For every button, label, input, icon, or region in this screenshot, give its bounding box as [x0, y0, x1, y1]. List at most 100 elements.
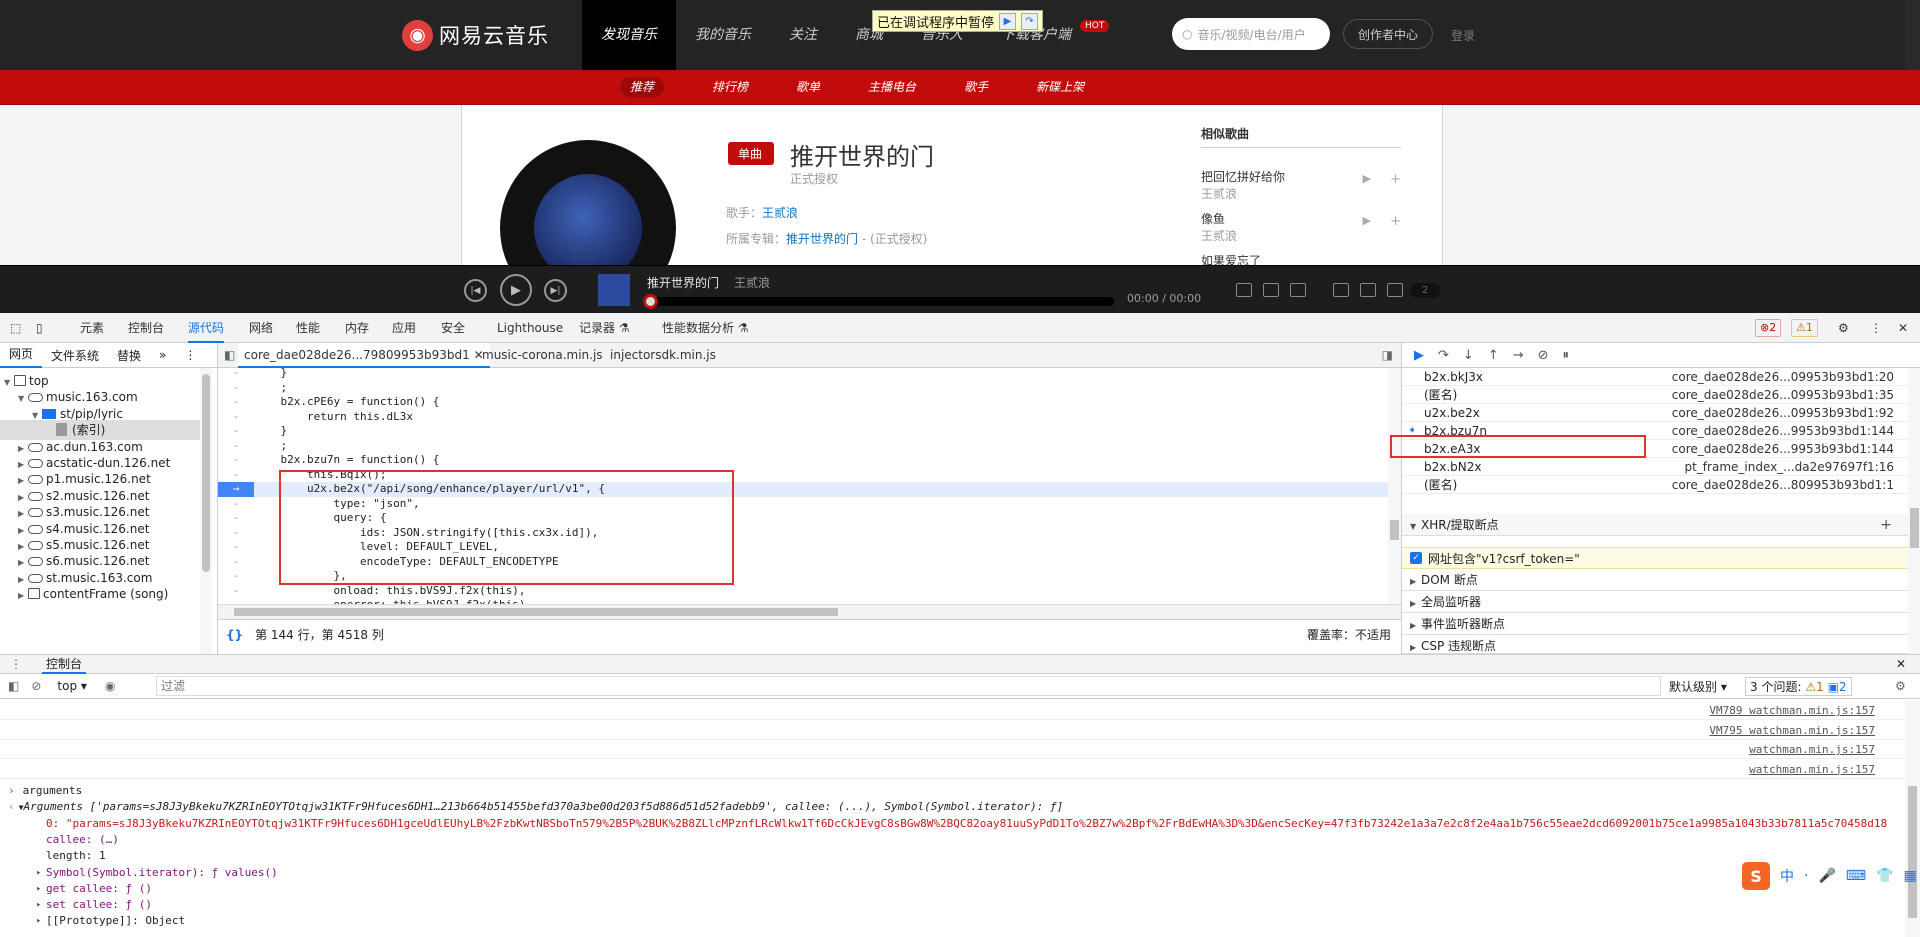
console-settings-icon[interactable]: ⚙ [1895, 679, 1906, 693]
progress-bar[interactable] [648, 297, 1114, 306]
page-scrollbar[interactable] [1905, 0, 1920, 70]
xhr-breakpoint-item[interactable]: ✓ 网址包含"v1?csrf_token=" [1402, 547, 1908, 569]
console-result-line[interactable]: ▸ get callee: ƒ () [0, 881, 1905, 897]
sogou-logo-icon[interactable]: S [1742, 862, 1770, 890]
close-drawer-icon[interactable]: ✕ [1896, 657, 1906, 671]
console-result-line[interactable]: ▸ set callee: ƒ () [0, 897, 1905, 913]
device-toggle-icon[interactable]: ▯ [36, 313, 43, 343]
settings-icon[interactable]: ⚙ [1838, 313, 1849, 343]
creator-center-button[interactable]: 创作者中心 [1343, 19, 1433, 49]
console-result-line[interactable]: ▸ [[Prototype]]: Object [0, 913, 1905, 929]
skin-icon[interactable]: 👕 [1876, 868, 1893, 884]
more-icon[interactable]: ⋮ [175, 348, 205, 362]
log-level-select[interactable]: 默认级别 ▾ [1669, 678, 1727, 695]
call-stack-frame[interactable]: b2x.bkJ3x core_dae028de26...09953b93bd1:2… [1402, 368, 1908, 386]
console-result-line[interactable]: ▸ Symbol(Symbol.iterator): ƒ values() [0, 865, 1905, 881]
console-result-head[interactable]: ‹ ▼Arguments ['params=sJ8J3yBkeku7KZRInEO… [0, 799, 1905, 815]
debugger-scrollbar[interactable] [1908, 368, 1920, 654]
pip-icon[interactable] [1236, 283, 1252, 297]
play-icon[interactable]: ▶ [500, 274, 532, 306]
subnav-toplist[interactable]: 排行榜 [699, 70, 761, 104]
event-listener-breakpoints-header[interactable]: ▶ 事件监听器断点 [1402, 613, 1908, 635]
console-message[interactable]: VM789 watchman.min.js:157 [0, 701, 1905, 720]
code-line[interactable]: - ; [218, 381, 1388, 396]
add-icon[interactable]: + [1390, 172, 1401, 187]
search-input[interactable]: ○ 音乐/视频/电台/用户 [1172, 18, 1330, 50]
pause-on-exceptions-icon[interactable]: ⏸ [1563, 348, 1570, 363]
console-message[interactable]: watchman.min.js:157 [0, 740, 1905, 759]
code-line[interactable]: - onload: this.bVS9J.f2x(this), [218, 584, 1388, 599]
similar-song-item[interactable]: 像鱼 王贰浪 ▶ + [1201, 210, 1401, 244]
player-song-title[interactable]: 推开世界的门 [647, 274, 719, 291]
context-select[interactable]: top ▾ [57, 679, 87, 693]
toggle-navigator-icon[interactable]: ◧ [224, 343, 235, 368]
inspect-icon[interactable]: ⬚ [10, 313, 21, 343]
toggle-debugger-icon[interactable]: ◨ [1382, 343, 1393, 368]
xhr-breakpoints-header[interactable]: ▼ XHR/提取断点 + [1402, 514, 1908, 536]
code-line[interactable]: - } [218, 424, 1388, 439]
nav-discover[interactable]: 发现音乐 [582, 0, 676, 70]
drawer-tab-console[interactable]: 控制台 [42, 655, 87, 674]
player-thumbnail[interactable] [598, 274, 630, 306]
volume-icon[interactable] [1333, 283, 1349, 297]
checkbox-checked-icon[interactable]: ✓ [1410, 552, 1422, 564]
call-stack-frame[interactable]: (匿名) core_dae028de26...09953b93bd1:35 [1402, 386, 1908, 404]
add-to-playlist-icon[interactable] [1263, 283, 1279, 297]
sidebar-toggle-icon[interactable]: ◧ [8, 679, 19, 693]
nav-my-music[interactable]: 我的音乐 [676, 0, 770, 70]
nav-tab-overrides[interactable]: 替换 [108, 347, 150, 364]
player-artist[interactable]: 王贰浪 [734, 274, 770, 291]
step-icon[interactable]: → [1513, 348, 1524, 363]
code-line[interactable]: - } [218, 368, 1388, 381]
live-expression-icon[interactable]: ◉ [105, 679, 115, 693]
nav-follow[interactable]: 关注 [770, 0, 836, 70]
navigator-scrollbar[interactable] [200, 368, 212, 654]
console-message[interactable]: watchman.min.js:157 [0, 760, 1905, 779]
code-line[interactable]: - b2x.bzu7n = function() { [218, 453, 1388, 468]
code-line[interactable]: - ; [218, 439, 1388, 454]
source-link[interactable]: watchman.min.js:157 [1749, 760, 1875, 778]
editor-tab[interactable]: music-corona.min.js [476, 343, 609, 368]
subnav-artist[interactable]: 歌手 [951, 70, 1001, 104]
call-stack-frame[interactable]: (匿名) core_dae028de26...809953b93bd1:1 [1402, 476, 1908, 494]
close-icon[interactable]: ✕ [1898, 313, 1908, 343]
subnav-recommend[interactable]: 推荐 [607, 70, 677, 104]
play-icon[interactable]: ▶ [1363, 172, 1371, 185]
ime-mode[interactable]: 中 [1780, 866, 1794, 886]
source-link[interactable]: watchman.min.js:157 [1749, 740, 1875, 758]
code-line[interactable]: - b2x.cPE6y = function() { [218, 395, 1388, 410]
tab-elements[interactable]: 元素 [80, 313, 104, 343]
editor-tab[interactable]: injectorsdk.min.js [604, 343, 722, 368]
tab-application[interactable]: 应用 [392, 313, 416, 343]
chevron-right-icon[interactable]: ▶ [18, 586, 28, 606]
logo[interactable]: ◉ 网易云音乐 [402, 18, 549, 52]
punctuation-icon[interactable]: · [1804, 868, 1808, 884]
login-link[interactable]: 登录 [1451, 27, 1475, 44]
issues-button[interactable]: 3 个问题: ⚠1 ▣2 [1745, 676, 1852, 696]
console-message[interactable]: VM795 watchman.min.js:157 [0, 721, 1905, 740]
dom-breakpoints-header[interactable]: ▶ DOM 断点 [1402, 569, 1908, 591]
more-tabs-icon[interactable]: » [150, 348, 175, 362]
subnav-radio[interactable]: 主播电台 [855, 70, 929, 104]
nav-tab-filesystem[interactable]: 文件系统 [42, 347, 108, 364]
tab-security[interactable]: 安全 [441, 313, 465, 343]
keyboard-icon[interactable]: ⌨ [1846, 868, 1866, 884]
similar-song-item[interactable]: 把回忆拼好给你 王贰浪 ▶ + [1201, 168, 1401, 202]
artist-link[interactable]: 王贰浪 [762, 206, 798, 220]
next-icon[interactable]: ▶| [544, 279, 567, 302]
prev-icon[interactable]: |◀ [464, 279, 487, 302]
global-listeners-header[interactable]: ▶ 全局监听器 [1402, 591, 1908, 613]
pretty-print-icon[interactable]: {} [226, 628, 243, 642]
tab-console[interactable]: 控制台 [128, 313, 164, 343]
album-link[interactable]: 推开世界的门 [786, 232, 858, 246]
share-icon[interactable] [1290, 283, 1306, 297]
play-icon[interactable]: ▶ [1363, 214, 1371, 227]
console-scrollbar[interactable] [1905, 701, 1920, 937]
tab-recorder[interactable]: 记录器 ⚗ [579, 313, 630, 343]
editor-vscroll[interactable] [1388, 368, 1401, 604]
add-icon[interactable]: + [1880, 514, 1892, 536]
code-line[interactable]: - return this.dL3x [218, 410, 1388, 425]
clear-console-icon[interactable]: ⊘ [31, 679, 41, 693]
editor-tab-active[interactable]: core_dae028de26...79809953b93bd1 ✕ [238, 343, 490, 368]
step-over-icon[interactable]: ↷ [1021, 12, 1039, 30]
